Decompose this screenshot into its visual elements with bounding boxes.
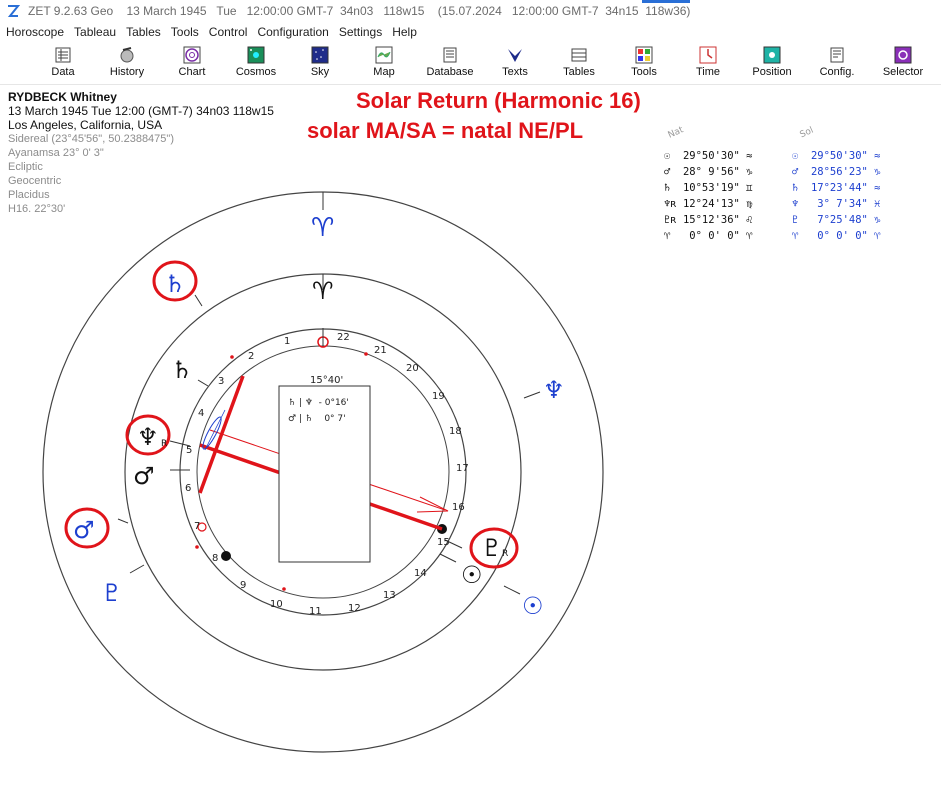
natal-position-value: 10°53'19" ♊ xyxy=(670,182,753,194)
detail-ecliptic: Ecliptic xyxy=(8,161,43,173)
neptune-retrograde-mark: R xyxy=(161,439,167,449)
detail-ayanamsa: Ayanamsa 23° 0' 3" xyxy=(8,147,104,159)
table-row: ♆ʀ 12°24'13" ♍ ♆ 3° 7'34" ♓ xyxy=(664,196,932,212)
saturn-natal-glyph: ♄ xyxy=(171,356,193,384)
aries-natal-glyph: ♈ xyxy=(312,277,334,305)
solar-position-value: 17°23'44" ≈ xyxy=(798,182,881,194)
pluto-natal-glyph: ♇ xyxy=(481,534,503,562)
aspect-box-frame xyxy=(278,385,371,563)
natal-position-value: 28° 9'56" ♑ xyxy=(670,166,753,178)
headline-line-1: Solar Return (Harmonic 16) xyxy=(356,88,641,113)
house-number-1: 1 xyxy=(284,336,290,347)
aspect-info-box: 15°40' ♄ | ♆ - 0°16' ♂ | ♄ 0° 7' xyxy=(278,375,371,563)
table-row: ♂ 28° 9'56" ♑ ♂ 28°56'23" ♑ xyxy=(664,164,932,180)
solar-position-value: 28°56'23" ♑ xyxy=(798,166,881,178)
birth-place: Los Angeles, California, USA xyxy=(8,118,163,132)
house-number-3: 3 xyxy=(218,376,224,387)
house-number-9: 9 xyxy=(240,580,246,591)
person-name: RYDBECK Whitney xyxy=(8,90,117,104)
house-number-15: 15 xyxy=(437,537,450,548)
house-number-4: 4 xyxy=(198,408,204,419)
neptune-solar-glyph: ♆ xyxy=(543,376,565,404)
natal-position-value: 29°50'30" ≈ xyxy=(670,150,753,162)
house-number-17: 17 xyxy=(456,463,469,474)
table-row: ♇ʀ 15°12'36" ♌ ♇ 7°25'48" ♑ xyxy=(664,212,932,228)
sun-solar-glyph: ☉ xyxy=(522,592,544,620)
house-number-8: 8 xyxy=(212,553,218,564)
house-number-5: 5 xyxy=(186,445,192,456)
aspect-line-saturn-neptune: ♄ | ♆ - 0°16' xyxy=(288,398,349,408)
house-number-12: 12 xyxy=(348,603,361,614)
neptune-natal-glyph: ♆ xyxy=(137,423,159,451)
house-number-21: 21 xyxy=(374,345,387,356)
headline-line-2: solar MA/SA = natal NE/PL xyxy=(307,118,584,143)
mars-solar-glyph: ♂ xyxy=(73,516,95,544)
aries-solar-glyph: ♈ xyxy=(311,213,334,243)
aspect-line-mars-saturn: ♂ | ♄ 0° 7' xyxy=(288,414,346,424)
house-number-18: 18 xyxy=(449,426,462,437)
birth-datetime: 13 March 1945 Tue 12:00 (GMT-7) 34n03 11… xyxy=(8,104,274,118)
detail-geocentric: Geocentric xyxy=(8,175,62,187)
positions-table: ☉ 29°50'30" ≈ ☉ 29°50'30" ≈ ♂ 28° 9'56" … xyxy=(664,148,932,244)
house-number-14: 14 xyxy=(414,568,427,579)
house-number-22: 22 xyxy=(337,332,350,343)
solar-position-value: 3° 7'34" ♓ xyxy=(798,198,881,210)
natal-position-value: ʀ 12°24'13" ♍ xyxy=(670,198,753,210)
house-number-6: 6 xyxy=(185,483,191,494)
chart-info-panel: RYDBECK Whitney 13 March 1945 Tue 12:00 … xyxy=(8,90,274,216)
pluto-retrograde-mark: R xyxy=(502,549,508,559)
natal-position-value: 0° 0' 0" ♈ xyxy=(670,230,753,242)
sun-natal-glyph: ☉ xyxy=(461,561,483,589)
house-number-19: 19 xyxy=(432,391,445,402)
detail-harmonic: H16. 22°30' xyxy=(8,203,66,215)
house-number-2: 2 xyxy=(248,351,254,362)
solar-position-value: 0° 0' 0" ♈ xyxy=(798,230,881,242)
table-row: ☉ 29°50'30" ≈ ☉ 29°50'30" ≈ xyxy=(664,148,932,164)
house-number-16: 16 xyxy=(452,502,465,513)
natal-position-value: ʀ 15°12'36" ♌ xyxy=(670,214,753,226)
detail-placidus: Placidus xyxy=(8,189,50,201)
table-row: ♈ 0° 0' 0" ♈ ♈ 0° 0' 0" ♈ xyxy=(664,228,932,244)
table-row: ♄ 10°53'19" ♊ ♄ 17°23'44" ≈ xyxy=(664,180,932,196)
pluto-solar-glyph: ♇ xyxy=(101,579,123,607)
house-number-7: 7 xyxy=(194,521,200,532)
house-number-13: 13 xyxy=(383,590,396,601)
house-number-10: 10 xyxy=(270,599,283,610)
aspect-box-title: 15°40' xyxy=(310,375,343,386)
house-number-11: 11 xyxy=(309,606,322,617)
saturn-solar-glyph: ♄ xyxy=(164,270,186,298)
detail-sidereal: Sidereal (23°45'56", 50.2388475") xyxy=(8,133,174,145)
solar-position-value: 29°50'30" ≈ xyxy=(798,150,881,162)
solar-position-value: 7°25'48" ♑ xyxy=(798,214,881,226)
mars-natal-glyph: ♂ xyxy=(133,462,155,490)
house-number-20: 20 xyxy=(406,363,419,374)
